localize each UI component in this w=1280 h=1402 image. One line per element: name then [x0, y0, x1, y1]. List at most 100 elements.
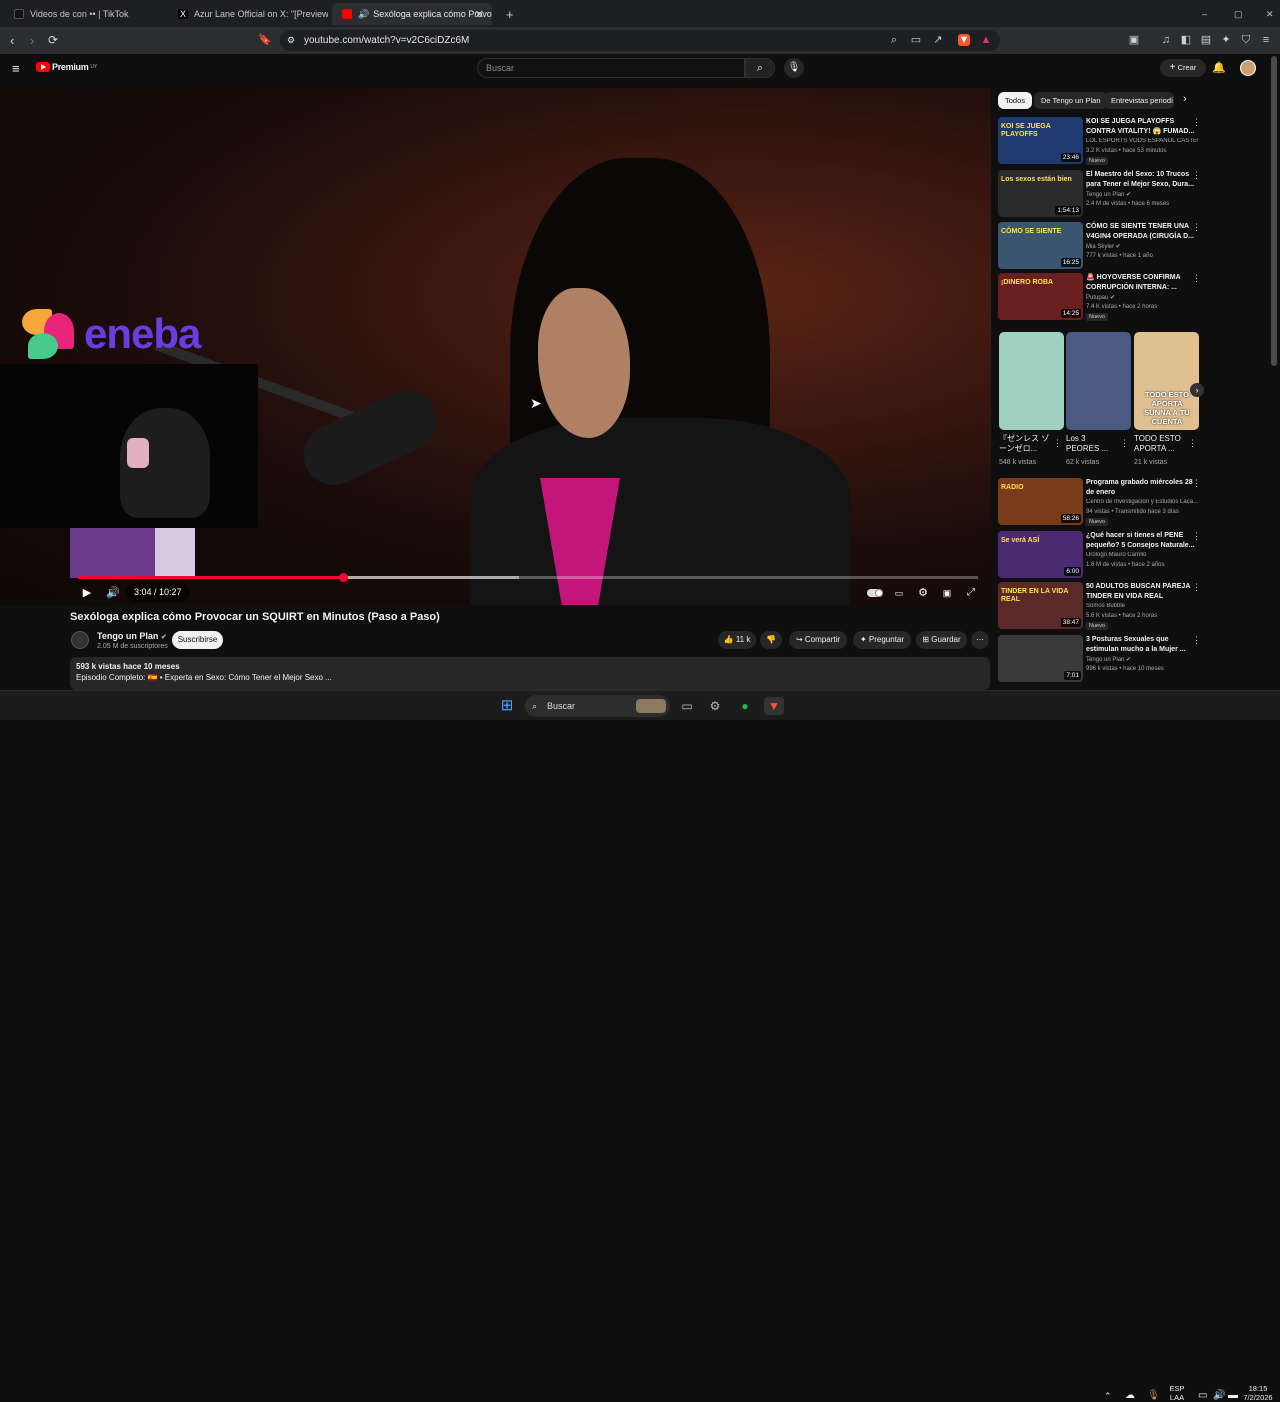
network-icon[interactable]: ▭ — [1198, 1390, 1207, 1401]
reload-icon[interactable]: ⟳ — [48, 33, 58, 47]
tab-youtube[interactable]: 🔊 Sexóloga explica cómo Provoc ✕ — [332, 3, 492, 25]
clock[interactable]: 18:15 7/2/2026 — [1238, 1384, 1278, 1402]
music-icon[interactable]: ♫ — [1160, 34, 1172, 46]
channel-avatar[interactable] — [71, 631, 89, 649]
tray-cloud-icon[interactable]: ☁ — [1125, 1390, 1135, 1401]
leo-icon[interactable]: ✦ — [1220, 34, 1232, 46]
subtitles-icon[interactable]: ▭ — [892, 584, 906, 602]
menu-icon[interactable]: ≡ — [1260, 34, 1272, 46]
recommendation-channel[interactable]: Urólogo Mauro Carrillo — [1086, 552, 1198, 558]
chevron-right-icon[interactable]: › — [1183, 93, 1187, 105]
more-options-icon[interactable]: ⋮ — [1192, 273, 1201, 284]
short-more-icon[interactable]: ⋮ — [1188, 438, 1197, 449]
miniplayer-icon[interactable]: ▣ — [940, 584, 954, 602]
vpn-icon[interactable]: ⛉ — [1240, 34, 1252, 46]
close-tab-icon[interactable]: ✕ — [475, 8, 484, 21]
video-thumbnail[interactable]: CÓMO SE SIENTE 16:25 — [998, 222, 1083, 269]
recommendation-channel[interactable]: LOL ESPORTS VODS ESPAÑOL CASTEO... — [1086, 138, 1198, 144]
wallet-icon[interactable]: ▤ — [1200, 34, 1212, 46]
short-title[interactable]: Los 3 PEORES ... — [1066, 434, 1118, 454]
more-options-icon[interactable]: ⋮ — [1192, 582, 1201, 593]
more-actions-button[interactable]: ⋯ — [971, 631, 989, 649]
recommendation-title[interactable]: KOI SE JUEGA PLAYOFFS CONTRA VITALITY! 😱… — [1086, 117, 1196, 136]
language-indicator[interactable]: ESP LAA — [1166, 1384, 1188, 1402]
short-thumbnail[interactable]: TODO ESTO APORTA SUNNA A TU CUENTA — [1134, 332, 1199, 430]
short-more-icon[interactable]: ⋮ — [1053, 438, 1062, 449]
recommendation-item[interactable]: Los sexos están bien 1:54:13 El Maestro de… — [998, 170, 1203, 220]
settings-gear-icon[interactable]: ⚙ — [916, 584, 930, 602]
more-options-icon[interactable]: ⋮ — [1192, 531, 1201, 542]
taskbar-search[interactable]: ⌕ Buscar — [525, 695, 670, 717]
tab-tiktok[interactable]: Videos de con •• | TikTok — [4, 3, 164, 25]
cast-icon[interactable]: ▭ — [910, 34, 922, 46]
windows-start-icon[interactable]: ⊞ — [498, 697, 516, 715]
recommendation-title[interactable]: 🚨 HOYOVERSE CONFIRMA CORRUPCIÓN INTERNA:… — [1086, 273, 1196, 292]
recommendation-channel[interactable]: Tengo un Plan ✔ — [1086, 656, 1198, 663]
like-button[interactable]: 👍 11 k — [718, 631, 756, 649]
zoom-icon[interactable]: ⌕ — [888, 34, 900, 46]
more-options-icon[interactable]: ⋮ — [1192, 170, 1201, 181]
avatar[interactable] — [1240, 60, 1256, 76]
recommendation-channel[interactable]: Centro de Investigación y Estudios Laca.… — [1086, 499, 1198, 505]
progress-scrubber[interactable] — [338, 573, 348, 582]
new-tab-button[interactable]: + — [496, 3, 516, 25]
short-title[interactable]: 『ゼンレス ゾーンゼロ... — [999, 434, 1051, 454]
more-options-icon[interactable]: ⋮ — [1192, 117, 1201, 128]
recommendation-channel[interactable]: Mia Skyler ✔ — [1086, 243, 1198, 250]
video-thumbnail[interactable]: RADIO 58:26 — [998, 478, 1083, 525]
recommendation-channel[interactable]: Somos Bubble — [1086, 603, 1198, 609]
search-input[interactable]: Buscar — [477, 58, 745, 78]
short-thumbnail[interactable] — [1066, 332, 1131, 430]
tab-twitter[interactable]: X Azur Lane Official on X: "[Preview: Fr — [168, 3, 328, 25]
hamburger-menu-icon[interactable]: ≡ — [12, 61, 20, 76]
battery-icon[interactable]: ▬ — [1228, 1390, 1238, 1401]
bookmark-icon[interactable]: 🔖 — [258, 33, 272, 46]
site-info-icon[interactable]: ⚙ — [287, 30, 295, 51]
brave-shields-icon[interactable]: ▼ — [958, 34, 970, 46]
save-button[interactable]: ⊞ Guardar — [916, 631, 967, 649]
more-options-icon[interactable]: ⋮ — [1192, 635, 1201, 646]
minimize-button[interactable]: – — [1192, 3, 1212, 25]
volume-icon[interactable]: 🔊 — [105, 584, 121, 602]
share-button[interactable]: ↪ Compartir — [789, 631, 847, 649]
channel-name[interactable]: Tengo un Plan ✔ — [97, 631, 167, 641]
more-options-icon[interactable]: ⋮ — [1192, 478, 1201, 489]
chip-todos[interactable]: Todos — [998, 92, 1033, 109]
task-view-icon[interactable]: ▭ — [678, 697, 696, 715]
voice-search-button[interactable]: 🎙 — [784, 58, 804, 78]
short-thumbnail[interactable] — [999, 332, 1064, 430]
video-thumbnail[interactable]: KOI SE JUEGA PLAYOFFS 23:46 — [998, 117, 1083, 164]
shorts-next-icon[interactable]: › — [1190, 383, 1204, 397]
video-thumbnail[interactable]: TINDER EN LA VIDA REAL 38:47 — [998, 582, 1083, 629]
maximize-button[interactable]: ▢ — [1224, 3, 1244, 25]
recommendation-title[interactable]: ¿Qué hacer si tienes el PENE pequeño? 5 … — [1086, 531, 1196, 550]
tray-chevron-icon[interactable]: ⌃ — [1104, 1391, 1112, 1402]
steam-icon[interactable]: ⚙ — [706, 697, 724, 715]
close-window-button[interactable]: ✕ — [1256, 3, 1276, 25]
recommendation-title[interactable]: 3 Posturas Sexuales que estimulan mucho … — [1086, 635, 1196, 654]
recommendation-title[interactable]: Programa grabado miércoles 28 de enero — [1086, 478, 1196, 497]
reader-icon[interactable]: ▣ — [1128, 34, 1140, 46]
description-box[interactable]: 593 k vistas hace 10 meses Episodio Comp… — [70, 657, 990, 690]
notifications-bell-icon[interactable]: 🔔 — [1212, 61, 1226, 74]
brave-browser-icon[interactable]: ▼ — [764, 697, 784, 715]
recommendation-item[interactable]: CÓMO SE SIENTE 16:25 CÓMO SE SIENTE TENER … — [998, 222, 1203, 272]
sidebar-icon[interactable]: ◧ — [1180, 34, 1192, 46]
video-thumbnail[interactable]: Los sexos están bien 1:54:13 — [998, 170, 1083, 217]
video-thumbnail[interactable]: 7:01 — [998, 635, 1083, 682]
short-more-icon[interactable]: ⋮ — [1120, 438, 1129, 449]
subscribe-button[interactable]: Suscribirse — [172, 631, 223, 649]
forward-icon[interactable]: › — [30, 33, 34, 48]
youtube-logo[interactable]: Premium UY — [36, 62, 97, 72]
volume-tray-icon[interactable]: 🔊 — [1213, 1390, 1225, 1401]
recommendation-item[interactable]: Se verá ASÍ 6:00 ¿Qué hacer si tienes el P… — [998, 531, 1203, 581]
video-thumbnail[interactable]: Se verá ASÍ 6:00 — [998, 531, 1083, 578]
recommendation-item[interactable]: RADIO 58:26 Programa grabado miércoles 28 … — [998, 478, 1203, 528]
recommendation-item[interactable]: 7:01 3 Posturas Sexuales que estimulan mu… — [998, 635, 1203, 685]
autoplay-toggle[interactable] — [866, 584, 884, 602]
play-icon[interactable]: ▶ — [80, 584, 94, 602]
recommendation-channel[interactable]: Putupau ✔ — [1086, 294, 1198, 301]
spotify-icon[interactable]: ● — [736, 697, 754, 715]
video-player[interactable]: eneba ➤ ▶ 🔊 3:04 / 10:27 ▭ ⚙ ▣ ⤢ — [0, 88, 991, 605]
search-button[interactable]: ⌕ — [745, 58, 775, 78]
